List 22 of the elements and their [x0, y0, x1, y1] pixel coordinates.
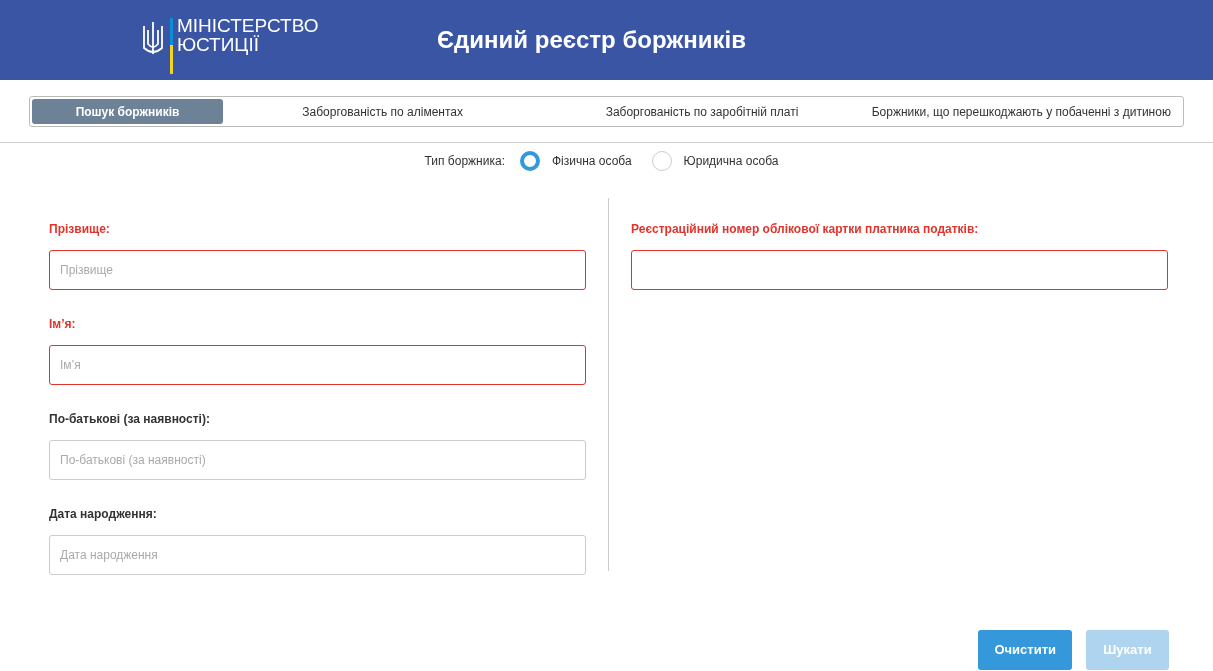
flag-stripe-icon — [170, 18, 173, 74]
input-field[interactable]: Ім’я — [49, 345, 586, 385]
field-label: Ім’я: — [49, 316, 77, 333]
page-title: Єдиний реєстр боржників — [437, 25, 746, 55]
input-field[interactable] — [631, 250, 1168, 290]
tab[interactable]: Пошук боржників — [32, 99, 223, 124]
field-label: Реєстраційний номер облікової картки платника податків: — [631, 221, 980, 238]
input-field[interactable]: По-батькові (за наявності) — [49, 440, 586, 480]
tab[interactable]: Заборгованість по заробітній платі — [542, 99, 862, 124]
tab[interactable]: Боржники, що перешкоджають у побаченні з дитиною — [861, 99, 1181, 124]
radio-label: Юридична особа — [683, 153, 779, 170]
radio-label: Фізична особа — [551, 153, 632, 170]
radio-button[interactable] — [519, 151, 540, 171]
field-label: Прізвище: — [49, 221, 111, 238]
input-field[interactable]: Прізвище — [49, 250, 586, 290]
radio-group-label: Тип боржника: — [424, 153, 505, 170]
input-field[interactable]: Дата народження — [49, 535, 586, 575]
logo-text: ЮСТИЦІЇ — [177, 35, 260, 54]
field-label: Дата народження: — [49, 506, 158, 523]
field-label: По-батькові (за наявності): — [49, 411, 211, 428]
tab[interactable]: Заборгованість по аліментах — [223, 99, 543, 124]
logo-text: МІНІСТЕРСТВО — [177, 16, 319, 35]
